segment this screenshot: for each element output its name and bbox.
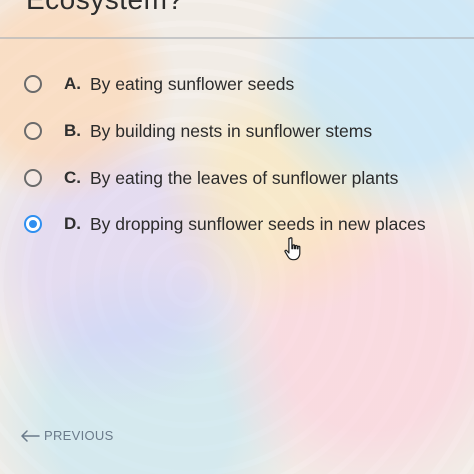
- previous-button[interactable]: PREVIOUS: [20, 428, 114, 443]
- radio-button-d-selected[interactable]: [24, 215, 42, 233]
- radio-button-b[interactable]: [24, 122, 42, 140]
- arrow-left-icon: [21, 429, 40, 442]
- hand-pointer-icon: [284, 237, 301, 261]
- previous-label: PREVIOUS: [44, 428, 114, 443]
- option-c[interactable]: C. By eating the leaves of sunflower pla…: [24, 163, 398, 193]
- option-a[interactable]: A. By eating sunflower seeds: [24, 69, 294, 99]
- option-b[interactable]: B. By building nests in sunflower stems: [24, 116, 372, 146]
- option-c-text: By eating the leaves of sunflower plants: [90, 167, 399, 188]
- radio-button-c[interactable]: [24, 169, 42, 187]
- option-d-letter: D.: [64, 214, 81, 233]
- question-text-fragment: Ecosystem?: [26, 0, 184, 16]
- option-a-letter: A.: [64, 74, 81, 93]
- radio-button-a[interactable]: [24, 75, 42, 93]
- divider: [0, 37, 474, 39]
- option-b-text: By building nests in sunflower stems: [90, 120, 373, 141]
- option-a-text: By eating sunflower seeds: [90, 73, 295, 94]
- option-c-letter: C.: [64, 168, 81, 187]
- option-d[interactable]: D. By dropping sunflower seeds in new pl…: [24, 209, 426, 239]
- option-d-text: By dropping sunflower seeds in new place…: [90, 213, 426, 234]
- option-b-letter: B.: [64, 121, 81, 140]
